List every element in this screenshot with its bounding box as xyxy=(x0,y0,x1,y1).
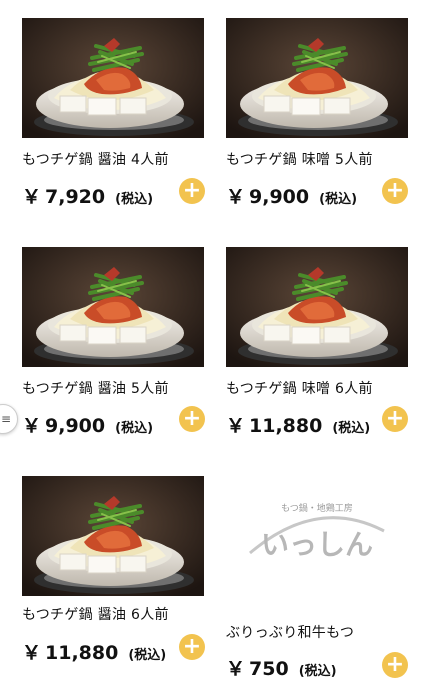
currency-symbol: ￥ xyxy=(226,186,246,208)
logo-main-text: いっしん xyxy=(261,528,373,561)
product-name: もつチゲ鍋 味噌 5人前 xyxy=(226,152,373,168)
product-name: ぶりっぶり和牛もつ xyxy=(226,625,355,641)
tax-label: (税込) xyxy=(298,664,337,679)
tax-label: (税込) xyxy=(128,648,167,663)
product-name: もつチゲ鍋 味噌 6人前 xyxy=(226,381,373,397)
shop-logo-placeholder[interactable]: もつ鍋・地鶏工房 いっしん xyxy=(226,476,408,596)
product-name: もつチゲ鍋 醤油 5人前 xyxy=(22,381,169,397)
currency-symbol: ￥ xyxy=(22,415,42,437)
logo-top-text: もつ鍋・地鶏工房 xyxy=(281,502,353,514)
product-price: 9,900 xyxy=(45,415,106,437)
product-price: 7,920 xyxy=(45,186,106,208)
tax-label: (税込) xyxy=(115,421,154,436)
tax-label: (税込) xyxy=(332,421,371,436)
add-to-cart-button[interactable]: + xyxy=(179,634,205,660)
currency-symbol: ￥ xyxy=(22,642,42,664)
product-price: 11,880 xyxy=(45,642,119,664)
currency-symbol: ￥ xyxy=(226,658,246,680)
hamburger-icon: ≡ xyxy=(0,412,11,426)
add-to-cart-button[interactable]: + xyxy=(382,652,408,678)
product-price: 750 xyxy=(249,658,289,680)
product-photo[interactable] xyxy=(226,247,408,367)
product-name: もつチゲ鍋 醤油 4人前 xyxy=(22,152,169,168)
tax-label: (税込) xyxy=(319,192,358,207)
product-photo[interactable] xyxy=(22,18,204,138)
add-to-cart-button[interactable]: + xyxy=(179,178,205,204)
product-photo[interactable] xyxy=(22,247,204,367)
shop-logo: もつ鍋・地鶏工房 いっしん xyxy=(249,502,385,561)
side-menu-button[interactable]: ≡ xyxy=(0,404,18,434)
product-photo[interactable] xyxy=(22,476,204,596)
product-photo[interactable] xyxy=(226,18,408,138)
product-name: もつチゲ鍋 醤油 6人前 xyxy=(22,607,169,623)
product-price: 9,900 xyxy=(249,186,310,208)
add-to-cart-button[interactable]: + xyxy=(179,406,205,432)
add-to-cart-button[interactable]: + xyxy=(382,406,408,432)
currency-symbol: ￥ xyxy=(22,186,42,208)
currency-symbol: ￥ xyxy=(226,415,246,437)
add-to-cart-button[interactable]: + xyxy=(382,178,408,204)
tax-label: (税込) xyxy=(115,192,154,207)
product-price: 11,880 xyxy=(249,415,323,437)
